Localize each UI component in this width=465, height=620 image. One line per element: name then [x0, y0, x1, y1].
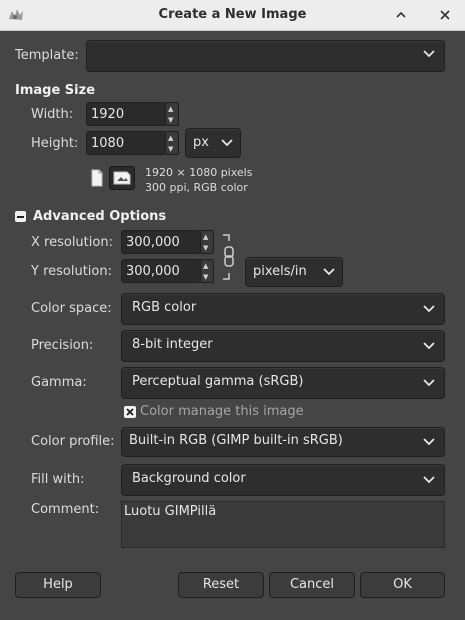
y-resolution-input[interactable]: 300,000 [121, 259, 201, 283]
fill-with-combo[interactable]: Background color [121, 464, 445, 496]
help-button[interactable]: Help [15, 572, 101, 598]
y-resolution-label: Y resolution: [31, 264, 112, 279]
precision-value: 8-bit integer [132, 337, 213, 352]
checkbox-icon[interactable] [124, 406, 136, 418]
advanced-options-heading[interactable]: Advanced Options [33, 209, 166, 224]
image-size-heading: Image Size [15, 83, 96, 98]
image-info-line2: 300 ppi, RGB color [145, 181, 248, 194]
chevron-down-icon [423, 438, 435, 446]
width-label: Width: [31, 107, 74, 122]
chevron-down-icon [423, 305, 435, 313]
portrait-icon[interactable] [89, 169, 105, 187]
width-spinner[interactable]: ▲ ▼ [165, 102, 179, 126]
chevron-down-icon [323, 268, 335, 276]
x-resolution-input[interactable]: 300,000 [121, 230, 201, 254]
image-info-line1: 1920 × 1080 pixels [145, 166, 253, 179]
gamma-value: Perceptual gamma (sRGB) [132, 374, 304, 389]
comment-value: Luotu GIMPillä [124, 504, 217, 519]
x-resolution-label: X resolution: [31, 235, 113, 250]
color-space-combo[interactable]: RGB color [121, 293, 445, 325]
color-space-label: Color space: [31, 301, 112, 316]
precision-combo[interactable]: 8-bit integer [121, 330, 445, 362]
comment-label: Comment: [31, 502, 100, 517]
height-label: Height: [31, 136, 79, 151]
height-value: 1080 [91, 136, 125, 151]
x-resolution-value: 300,000 [126, 235, 180, 250]
resolution-unit-value: pixels/in [253, 264, 307, 279]
width-value: 1920 [91, 107, 125, 122]
reset-button[interactable]: Reset [178, 572, 264, 598]
template-combo[interactable] [86, 40, 445, 72]
y-resolution-spinner[interactable]: ▲ ▼ [200, 259, 214, 283]
chevron-down-icon [221, 139, 233, 147]
unit-value: px [193, 135, 209, 150]
width-input[interactable]: 1920 [86, 102, 166, 126]
dialog-body: Template: Image Size Width: 1920 ▲ ▼ Heig… [3, 31, 462, 617]
ok-button[interactable]: OK [360, 572, 445, 598]
landscape-button[interactable] [109, 166, 135, 190]
cancel-button[interactable]: Cancel [269, 572, 355, 598]
precision-label: Precision: [31, 338, 94, 353]
chain-link-icon[interactable] [219, 233, 237, 281]
maximize-icon[interactable] [392, 6, 410, 24]
collapse-icon[interactable] [15, 211, 26, 222]
chevron-down-icon [423, 50, 435, 58]
fill-with-value: Background color [132, 471, 246, 486]
gamma-label: Gamma: [31, 375, 87, 390]
chevron-down-icon [423, 379, 435, 387]
resolution-unit-combo[interactable]: pixels/in [245, 257, 343, 287]
height-spinner[interactable]: ▲ ▼ [165, 131, 179, 155]
chevron-down-icon [423, 342, 435, 350]
gamma-combo[interactable]: Perceptual gamma (sRGB) [121, 367, 445, 399]
y-resolution-value: 300,000 [126, 264, 180, 279]
color-space-value: RGB color [132, 300, 197, 315]
landscape-icon [113, 171, 131, 185]
color-profile-label: Color profile: [31, 434, 115, 449]
comment-textarea[interactable]: Luotu GIMPillä [121, 501, 445, 548]
fill-with-label: Fill with: [31, 472, 85, 487]
chevron-down-icon [423, 476, 435, 484]
x-resolution-spinner[interactable]: ▲ ▼ [200, 230, 214, 254]
template-label: Template: [15, 48, 79, 63]
color-profile-combo[interactable]: Built-in RGB (GIMP built-in sRGB) [121, 427, 445, 457]
height-input[interactable]: 1080 [86, 131, 166, 155]
close-icon[interactable] [436, 6, 454, 24]
unit-combo[interactable]: px [185, 128, 241, 158]
color-manage-label[interactable]: Color manage this image [140, 404, 304, 419]
title-bar: Create a New Image [0, 0, 465, 31]
color-profile-value: Built-in RGB (GIMP built-in sRGB) [129, 433, 343, 448]
